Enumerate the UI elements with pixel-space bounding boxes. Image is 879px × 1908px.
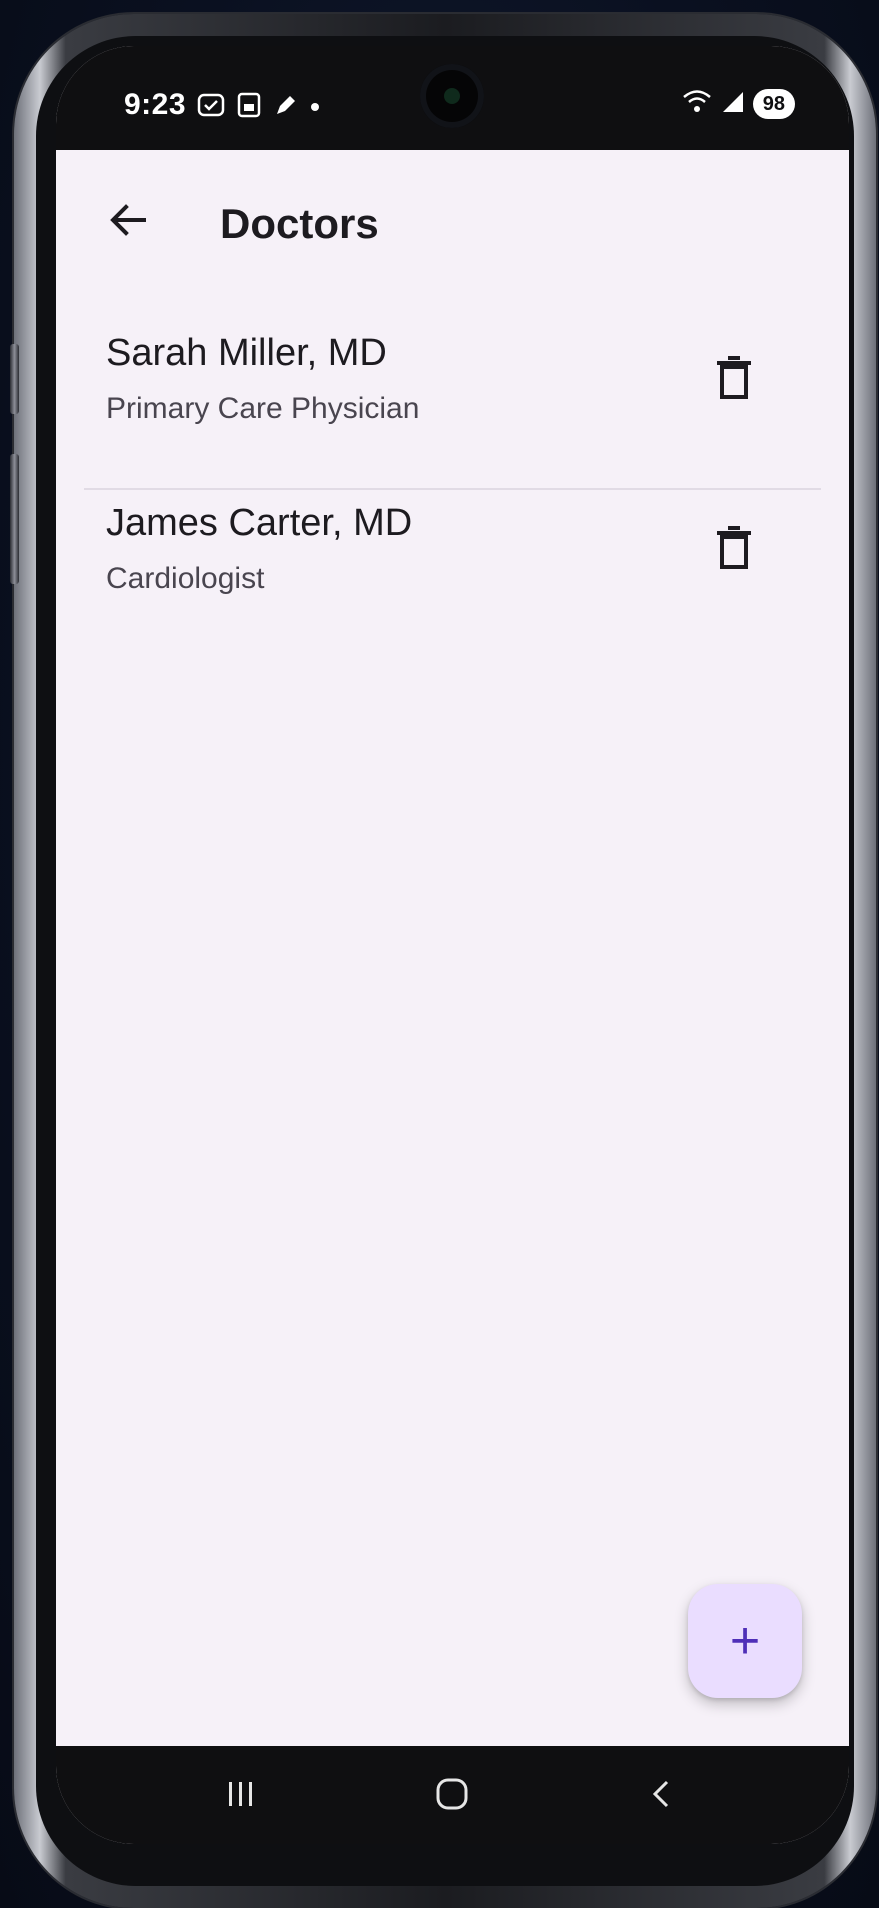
volume-down-button — [10, 454, 19, 584]
sync-icon — [196, 90, 226, 125]
home-button[interactable] — [412, 1766, 492, 1826]
doctor-list: Sarah Miller, MD Primary Care Physician … — [56, 326, 849, 666]
list-item[interactable]: James Carter, MD Cardiologist — [56, 496, 849, 666]
status-time: 9:23 — [124, 88, 187, 121]
signal-icon — [721, 86, 745, 121]
dot-icon — [308, 90, 322, 125]
doctor-specialty: Primary Care Physician — [106, 392, 420, 425]
volume-up-button — [10, 344, 19, 414]
back-icon — [643, 1776, 679, 1817]
delete-button[interactable] — [704, 350, 764, 410]
navigation-bar — [56, 1746, 849, 1844]
delete-button[interactable] — [704, 520, 764, 580]
list-item[interactable]: Sarah Miller, MD Primary Care Physician — [56, 326, 849, 496]
status-icons-left — [196, 90, 322, 125]
battery-indicator: 98 — [752, 88, 795, 119]
pen-icon — [272, 90, 298, 125]
add-icon: + — [729, 1612, 761, 1670]
wifi-icon — [681, 86, 713, 121]
recents-icon — [223, 1776, 259, 1817]
doctor-name: James Carter, MD — [106, 502, 413, 544]
app-bar: Doctors — [56, 150, 849, 292]
arrow-back-icon — [106, 198, 150, 247]
trash-icon — [715, 355, 753, 406]
divider — [84, 488, 821, 490]
status-bar: 9:23 98 — [56, 46, 849, 150]
add-doctor-button[interactable]: + — [688, 1584, 802, 1698]
screen: 9:23 98 Doctors Sarah Miller, MD Primary… — [56, 46, 849, 1844]
trash-icon — [715, 525, 753, 576]
screenshot-icon — [236, 90, 262, 125]
doctor-name: Sarah Miller, MD — [106, 332, 387, 374]
doctor-specialty: Cardiologist — [106, 562, 265, 595]
home-icon — [432, 1774, 472, 1819]
front-camera — [420, 64, 484, 128]
page-title: Doctors — [220, 200, 379, 247]
status-icons-right: 98 — [681, 86, 795, 121]
back-button[interactable] — [96, 190, 160, 254]
recents-button[interactable] — [201, 1766, 281, 1826]
system-back-button[interactable] — [621, 1766, 701, 1826]
